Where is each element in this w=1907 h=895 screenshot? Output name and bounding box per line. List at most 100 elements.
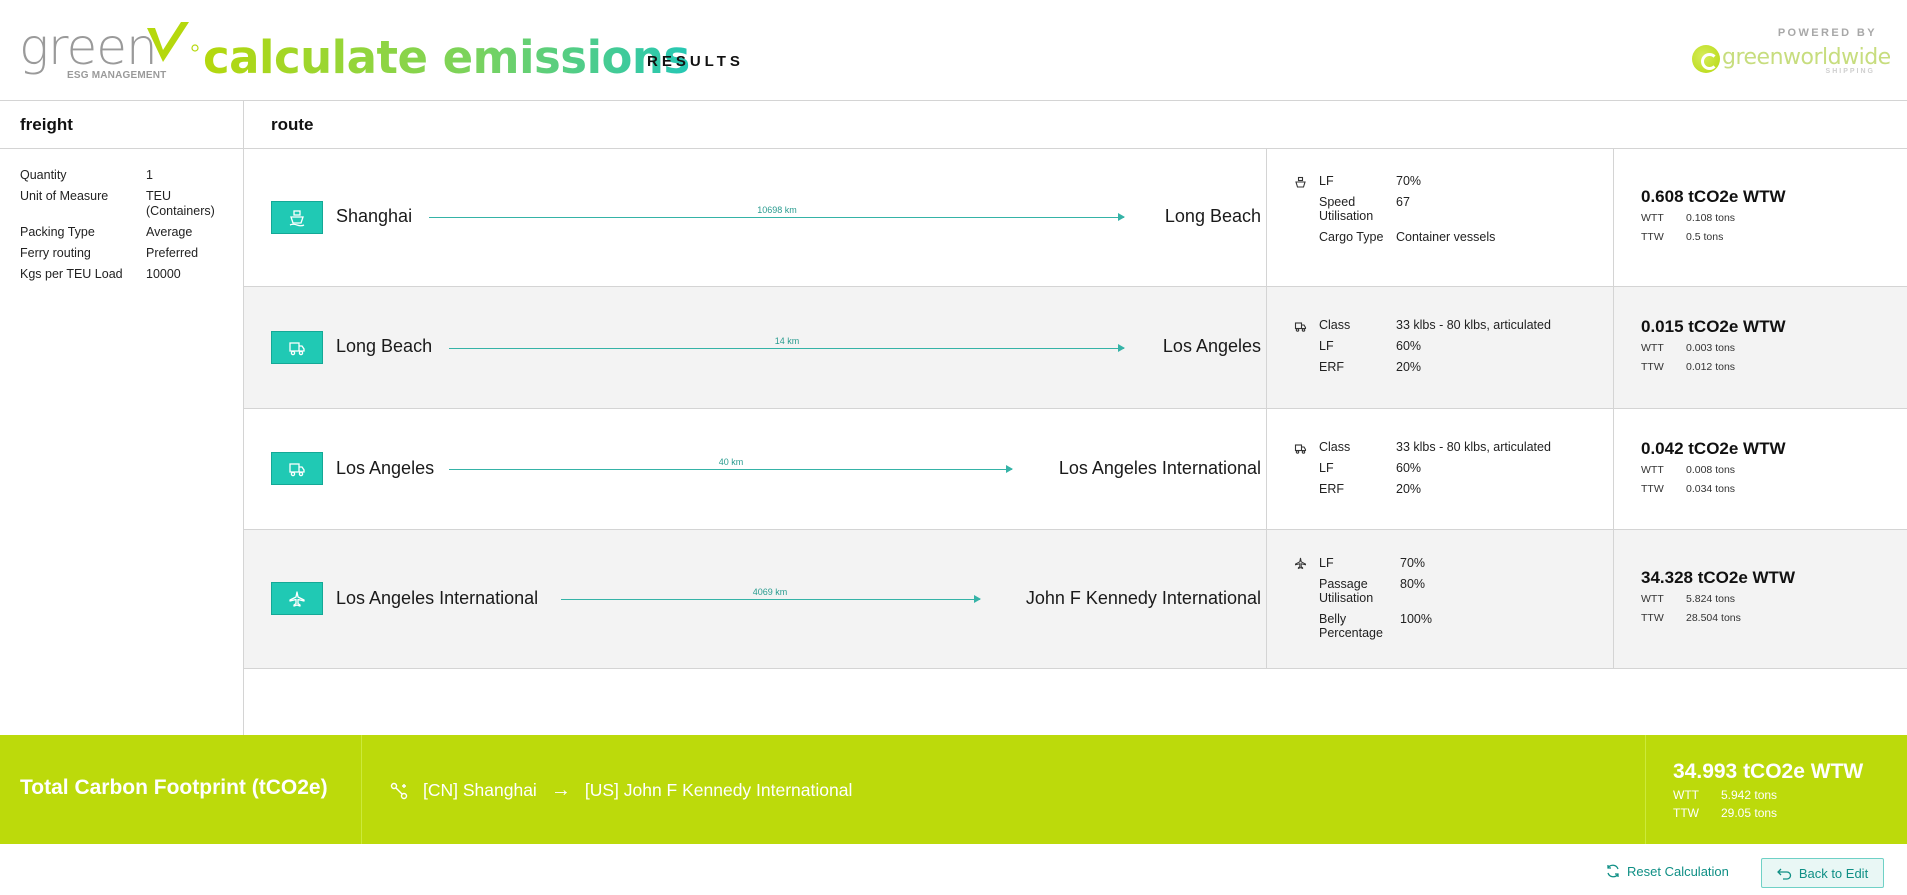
param-label: LF xyxy=(1319,174,1334,188)
ttw-row: TTW 0.034 tons xyxy=(1641,483,1786,495)
route-line: 10698 km xyxy=(429,205,1125,221)
param-row: Cargo Type Container vessels xyxy=(1319,230,1495,244)
checkmark-logo-icon xyxy=(147,22,199,62)
reset-calculation-button[interactable]: Reset Calculation xyxy=(1605,863,1729,879)
wtt-value: 0.108 tons xyxy=(1686,212,1736,224)
truck-icon xyxy=(271,452,323,485)
wtt-value: 0.003 tons xyxy=(1686,342,1736,354)
ttw-value: 0.034 tons xyxy=(1686,483,1736,495)
param-value: 70% xyxy=(1400,556,1426,570)
total-destination: [US] John F Kennedy International xyxy=(584,780,853,800)
leg-origin: Long Beach xyxy=(336,336,433,356)
route-leg: Los Angeles International 4069 km John F… xyxy=(244,530,1907,669)
freight-heading: freight xyxy=(20,115,73,134)
route-leg: Long Beach 14 km Los Angeles Class 33 klb… xyxy=(244,287,1907,409)
route-leg: Los Angeles 40 km Los Angeles Internatio… xyxy=(244,409,1907,530)
ttw-label: TTW xyxy=(1673,806,1699,820)
powered-by-label: POWERED BY xyxy=(1777,27,1877,39)
leg-total: 0.608 tCO2e WTW xyxy=(1641,187,1786,206)
leg-divider xyxy=(1266,530,1267,669)
freight-section-header: freight xyxy=(0,100,244,149)
param-label: LF xyxy=(1319,339,1334,353)
leg-total: 0.042 tCO2e WTW xyxy=(1641,439,1786,458)
param-row: Class 33 klbs - 80 klbs, articulated xyxy=(1319,318,1551,332)
leg-divider xyxy=(1266,287,1267,409)
ttw-label: TTW xyxy=(1641,612,1664,624)
param-row: ERF 20% xyxy=(1319,482,1551,496)
leg-divider xyxy=(1266,149,1267,287)
prop-label: Kgs per TEU Load xyxy=(20,267,123,281)
partner-logo-icon xyxy=(1692,45,1720,73)
leg-parameters: LF 70% Speed Utilisation 67 Cargo Type Cont… xyxy=(1319,174,1495,251)
param-label: Passage Utilisation xyxy=(1319,577,1374,605)
param-row: LF 60% xyxy=(1319,339,1551,353)
param-row: LF 70% xyxy=(1319,556,1432,570)
param-value: 20% xyxy=(1396,360,1422,374)
param-label: LF xyxy=(1319,556,1334,570)
freight-prop-row: Unit of Measure TEU (Containers) xyxy=(20,189,235,219)
param-value: 80% xyxy=(1400,577,1426,591)
green-logo[interactable]: green ESG MANAGEMENT xyxy=(19,18,199,84)
wtt-value: 0.008 tons xyxy=(1686,464,1736,476)
back-to-edit-button[interactable]: Back to Edit xyxy=(1761,858,1884,888)
plane-icon xyxy=(271,582,323,615)
param-value: 67 xyxy=(1396,195,1410,209)
param-label: ERF xyxy=(1319,360,1344,374)
freight-prop-row: Packing Type Average xyxy=(20,225,235,240)
ship-icon xyxy=(271,201,323,234)
partner-logo[interactable]: greenworldwide SHIPPING xyxy=(1692,44,1891,75)
wtt-row: WTT 5.824 tons xyxy=(1641,593,1795,605)
leg-destination: Los Angeles International xyxy=(1058,458,1261,478)
leg-total: 34.328 tCO2e WTW xyxy=(1641,568,1795,587)
logo-wordmark: green xyxy=(19,18,158,76)
plane-small-icon xyxy=(1295,557,1306,570)
ttw-value: 0.5 tons xyxy=(1686,231,1724,243)
prop-label: Ferry routing xyxy=(20,246,91,260)
param-label: Class xyxy=(1319,440,1351,454)
param-row: LF 60% xyxy=(1319,461,1551,475)
wtt-row: WTT 0.108 tons xyxy=(1641,212,1786,224)
truck-small-icon xyxy=(1294,322,1307,332)
param-label: LF xyxy=(1319,461,1334,475)
reset-label: Reset Calculation xyxy=(1627,863,1729,879)
param-label: Class xyxy=(1319,318,1351,332)
arrow-right-icon: → xyxy=(550,779,571,801)
total-ttw-row: TTW 29.05 tons xyxy=(1673,806,1863,820)
leg-parameters: Class 33 klbs - 80 klbs, articulated LF 60… xyxy=(1319,440,1551,503)
logo-subtitle: ESG MANAGEMENT xyxy=(67,70,167,81)
leg-divider xyxy=(1613,530,1614,669)
ttw-value: 29.05 tons xyxy=(1721,806,1778,820)
leg-divider xyxy=(1266,409,1267,530)
param-row: Speed Utilisation 67 xyxy=(1319,195,1495,223)
leg-parameters: Class 33 klbs - 80 klbs, articulated LF 60… xyxy=(1319,318,1551,381)
total-carbon-footprint-bar: Total Carbon Footprint (tCO2e) [CN] Shan… xyxy=(0,735,1907,844)
total-origin: [CN] Shanghai xyxy=(423,780,537,800)
ttw-label: TTW xyxy=(1641,231,1664,243)
truck-small-icon xyxy=(1294,444,1307,454)
prop-value: Preferred xyxy=(146,246,199,260)
total-divider xyxy=(361,735,362,844)
header: green ESG MANAGEMENT calculate emissions… xyxy=(0,0,1907,100)
leg-divider xyxy=(1613,409,1614,530)
prop-value: TEU (Containers) xyxy=(146,189,215,218)
leg-destination: John F Kennedy International xyxy=(1025,588,1261,608)
route-leg: Shanghai 10698 km Long Beach LF 70% Speed… xyxy=(244,149,1907,287)
total-title: Total Carbon Footprint (tCO2e) xyxy=(20,776,328,799)
param-label: Belly Percentage xyxy=(1319,612,1383,640)
leg-origin: Los Angeles xyxy=(336,458,435,478)
param-label: ERF xyxy=(1319,482,1344,496)
leg-destination: Los Angeles xyxy=(1162,336,1261,356)
leg-divider xyxy=(1613,149,1614,287)
ttw-row: TTW 0.5 tons xyxy=(1641,231,1786,243)
leg-distance: 4069 km xyxy=(752,587,788,597)
partner-name: greenworldwide xyxy=(1722,45,1891,70)
leg-total: 0.015 tCO2e WTW xyxy=(1641,317,1786,336)
param-label: Speed Utilisation xyxy=(1319,195,1374,223)
freight-prop-row: Quantity 1 xyxy=(20,168,235,183)
ttw-label: TTW xyxy=(1641,483,1664,495)
ttw-value: 0.012 tons xyxy=(1686,361,1736,373)
param-row: Belly Percentage 100% xyxy=(1319,612,1432,640)
freight-prop-row: Ferry routing Preferred xyxy=(20,246,235,261)
param-value: 20% xyxy=(1396,482,1422,496)
partner-subtitle: SHIPPING xyxy=(1825,68,1875,75)
